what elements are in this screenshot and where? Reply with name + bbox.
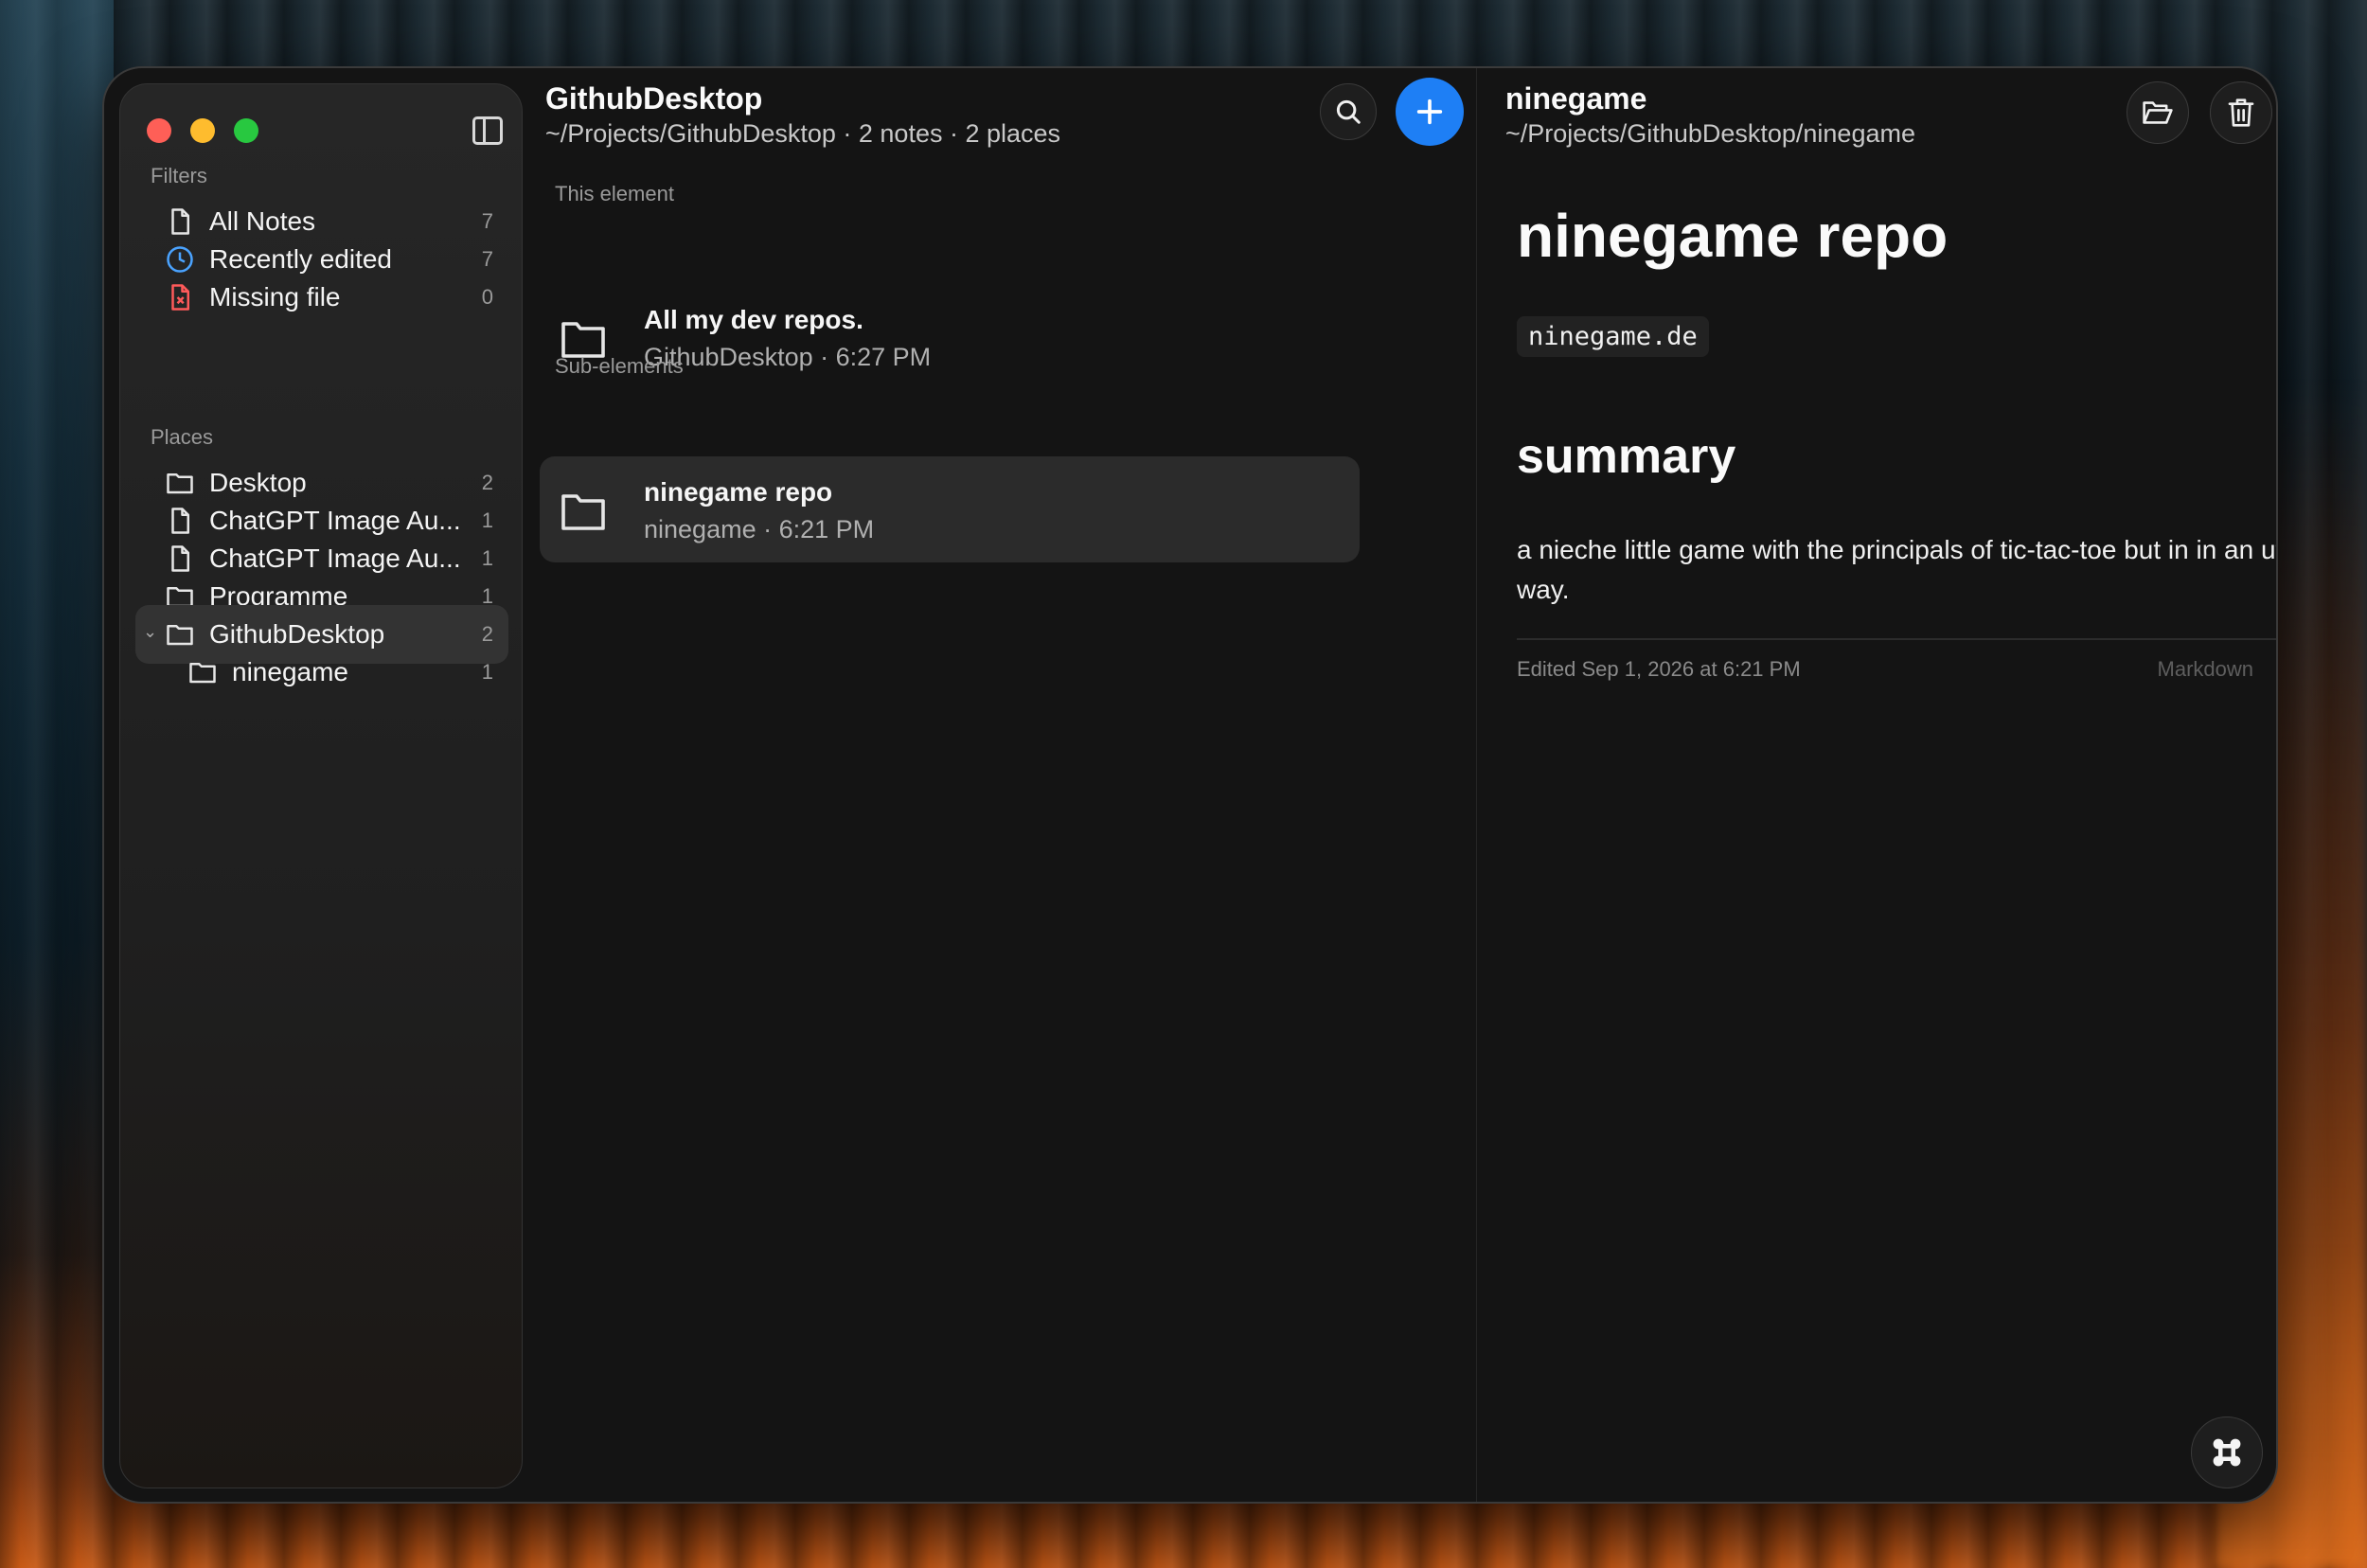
add-note-button[interactable] xyxy=(1396,78,1464,146)
trash-icon xyxy=(2227,98,2255,128)
filter-label: Missing file xyxy=(209,282,341,312)
place-ninegame[interactable]: ninegame 1 xyxy=(135,643,508,702)
place-label: ninegame xyxy=(232,657,348,686)
chevron-down-icon[interactable]: ⌄ xyxy=(143,622,157,642)
open-folder-icon xyxy=(2142,98,2174,127)
filter-count: 0 xyxy=(481,285,493,309)
edited-timestamp: Edited Sep 1, 2026 at 6:21 PM xyxy=(1517,657,1801,681)
search-button[interactable] xyxy=(1320,83,1377,140)
command-icon xyxy=(2210,1435,2244,1470)
minimize-window-button[interactable] xyxy=(190,118,215,143)
sub-elements-label: Sub-elements xyxy=(555,354,684,378)
plus-icon xyxy=(1414,96,1446,128)
card-meta: GithubDesktop · 6:27 PM xyxy=(644,343,932,371)
folder-icon xyxy=(561,490,606,532)
delete-button[interactable] xyxy=(2210,81,2272,144)
note-format-label: Markdown xyxy=(2157,657,2253,681)
list-pane: GithubDesktop ~/Projects/GithubDesktop ·… xyxy=(523,68,1477,1502)
list-subtitle: ~/Projects/GithubDesktop · 2 notes · 2 p… xyxy=(545,119,1061,148)
card-meta: ninegame · 6:21 PM xyxy=(644,515,875,543)
note-link-code[interactable]: ninegame.de xyxy=(1517,316,1709,357)
footer-divider xyxy=(1517,638,2276,640)
search-icon xyxy=(1334,98,1362,126)
note-body: a nieche little game with the principals… xyxy=(1517,535,2278,604)
sidebar: Filters All Notes 7 Recently edited 7 Mi… xyxy=(119,83,523,1488)
sidebar-toggle-icon[interactable] xyxy=(472,116,503,145)
detail-pane: ninegame ~/Projects/GithubDesktop/ninega… xyxy=(1477,68,2278,1502)
card-title: ninegame repo xyxy=(644,477,833,507)
detail-title: ninegame xyxy=(1505,81,1647,116)
missing-file-icon xyxy=(166,283,194,312)
place-count: 1 xyxy=(481,660,493,684)
filters-section-label: Filters xyxy=(151,164,207,187)
command-button[interactable] xyxy=(2191,1417,2263,1488)
note-section-heading: summary xyxy=(1517,429,1736,484)
detail-path: ~/Projects/GithubDesktop/ninegame xyxy=(1505,119,1915,148)
list-title: GithubDesktop xyxy=(545,81,763,116)
open-folder-button[interactable] xyxy=(2127,81,2189,144)
app-window: Filters All Notes 7 Recently edited 7 Mi… xyxy=(102,66,2278,1504)
this-element-label: This element xyxy=(555,182,674,205)
close-window-button[interactable] xyxy=(147,118,171,143)
maximize-window-button[interactable] xyxy=(234,118,258,143)
note-heading: ninegame repo xyxy=(1517,202,1949,270)
sub-element-card[interactable]: ninegame repo ninegame · 6:21 PM xyxy=(540,456,1360,562)
folder-icon xyxy=(188,658,217,686)
filter-missing-file[interactable]: Missing file 0 xyxy=(135,268,508,327)
background-left xyxy=(0,0,114,1568)
window-controls xyxy=(147,118,258,143)
card-title: All my dev repos. xyxy=(644,305,863,334)
places-section-label: Places xyxy=(151,425,214,449)
